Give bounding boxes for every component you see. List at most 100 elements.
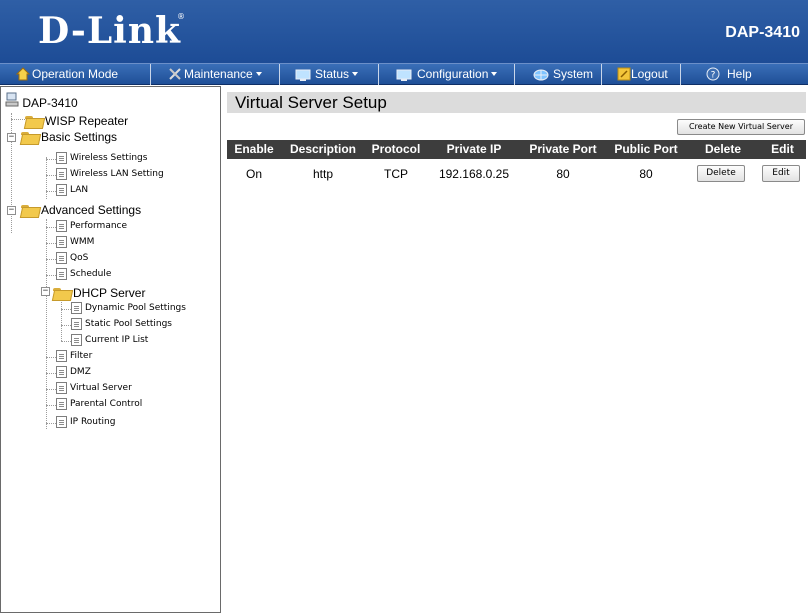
tree-item-qos[interactable]: QoS xyxy=(56,252,88,264)
tree-line xyxy=(61,299,62,341)
svg-text:?: ? xyxy=(711,71,716,81)
document-icon xyxy=(71,334,82,346)
tree-line xyxy=(46,157,47,199)
tree-item-dynamic-pool-settings[interactable]: Dynamic Pool Settings xyxy=(71,302,186,314)
create-virtual-server-button[interactable]: Create New Virtual Server xyxy=(677,119,805,135)
tree-item-label: Wireless Settings xyxy=(70,153,148,163)
delete-button[interactable]: Delete xyxy=(697,165,745,182)
menu-system-label: System xyxy=(553,67,594,81)
tree-item-wmm[interactable]: WMM xyxy=(56,236,94,248)
tree-item-label: LAN xyxy=(70,185,89,195)
tree-line xyxy=(46,259,56,260)
page-title: Virtual Server Setup xyxy=(227,92,806,113)
tree-item-dmz[interactable]: DMZ xyxy=(56,366,91,378)
folder-icon xyxy=(21,204,39,216)
document-icon xyxy=(71,302,82,314)
chevron-down-icon xyxy=(352,72,359,76)
tree-item-label: IP Routing xyxy=(70,417,116,427)
menu-status[interactable]: Status xyxy=(281,64,379,85)
column-header-private-port: Private Port xyxy=(529,142,597,156)
tree-line xyxy=(46,389,56,390)
column-header-protocol: Protocol xyxy=(371,142,421,156)
tree-item-wireless-settings[interactable]: Wireless Settings xyxy=(56,152,147,164)
tree-line xyxy=(46,275,56,276)
tree-item-wireless-lan-setting[interactable]: Wireless LAN Setting xyxy=(56,168,164,180)
tree-line xyxy=(46,219,47,429)
menu-logout[interactable]: Logout xyxy=(603,64,681,85)
navigation-tree: DAP-3410 WISP Repeater − Basic Settings … xyxy=(0,86,221,613)
monitor-icon xyxy=(396,68,412,82)
menu-logout-label: Logout xyxy=(631,67,668,81)
menu-maintenance-label: Maintenance xyxy=(184,67,253,81)
tree-line xyxy=(46,227,56,228)
tree-item-label: WMM xyxy=(70,237,95,247)
document-icon xyxy=(56,416,67,428)
chevron-down-icon xyxy=(255,72,262,76)
tree-item-schedule[interactable]: Schedule xyxy=(56,268,111,280)
menu-status-label: Status xyxy=(315,67,350,81)
menu-operation-mode-label: Operation Mode xyxy=(32,67,119,81)
model-name: DAP-3410 xyxy=(725,24,800,41)
tree-item-label: Performance xyxy=(70,221,128,231)
document-icon xyxy=(71,318,82,330)
menu-help[interactable]: ? Help xyxy=(682,64,808,85)
cell-public-port: 80 xyxy=(639,167,653,181)
tree-line xyxy=(61,325,71,326)
tree-line xyxy=(46,191,56,192)
collapse-dhcp-server[interactable]: − xyxy=(41,287,50,296)
tree-item-parental-control[interactable]: Parental Control xyxy=(56,398,142,410)
tree-item-label: Wireless LAN Setting xyxy=(70,169,164,179)
menu-configuration-label: Configuration xyxy=(417,67,489,81)
tree-line xyxy=(46,159,56,160)
column-header-public-port: Public Port xyxy=(614,142,678,156)
tree-item-virtual-server[interactable]: Virtual Server xyxy=(56,382,132,394)
collapse-basic-settings[interactable]: − xyxy=(7,133,16,142)
tree-item-label: QoS xyxy=(70,253,89,263)
tree-item-label: Current IP List xyxy=(85,335,149,345)
menu-operation-mode[interactable]: Operation Mode xyxy=(0,64,151,85)
document-icon xyxy=(56,184,67,196)
cell-private-ip: 192.168.0.25 xyxy=(438,167,510,181)
tree-line xyxy=(46,175,56,176)
tree-item-ip-routing[interactable]: IP Routing xyxy=(56,416,115,428)
column-header-enable: Enable xyxy=(234,142,274,156)
tree-item-dhcp-server[interactable]: DHCP Server xyxy=(53,285,145,300)
menu-system[interactable]: System xyxy=(516,64,602,85)
document-icon xyxy=(56,398,67,410)
header-bar: D-Link ® DAP-3410 xyxy=(0,0,808,63)
tree-item-label: Advanced Settings xyxy=(41,202,142,217)
tree-line xyxy=(46,423,56,424)
document-icon xyxy=(56,152,67,164)
cell-protocol: TCP xyxy=(384,167,408,181)
tree-item-static-pool-settings[interactable]: Static Pool Settings xyxy=(71,318,172,330)
cell-private-port: 80 xyxy=(556,167,570,181)
document-icon xyxy=(56,168,67,180)
cell-description: http xyxy=(312,167,333,181)
tree-item-label: Basic Settings xyxy=(41,129,118,144)
logout-icon xyxy=(617,67,633,81)
tree-root-device[interactable]: DAP-3410 xyxy=(5,91,78,110)
menu-configuration[interactable]: Configuration xyxy=(380,64,515,85)
tree-item-basic-settings[interactable]: Basic Settings xyxy=(21,129,117,144)
tree-item-wisp-repeater[interactable]: WISP Repeater xyxy=(25,113,128,128)
tree-line xyxy=(46,373,56,374)
tree-item-filter[interactable]: Filter xyxy=(56,350,92,362)
folder-icon xyxy=(25,115,43,127)
table-header: Enable Description Protocol Private IP P… xyxy=(227,140,806,159)
menu-bar: Operation Mode Maintenance Status Config… xyxy=(0,63,808,85)
main-content: Virtual Server Setup Create New Virtual … xyxy=(225,86,808,613)
document-icon xyxy=(56,350,67,362)
tree-item-performance[interactable]: Performance xyxy=(56,220,127,232)
document-icon xyxy=(56,252,67,264)
cell-enable: On xyxy=(245,167,262,181)
monitor-icon xyxy=(295,68,311,82)
computer-icon xyxy=(5,92,19,107)
tree-item-current-ip-list[interactable]: Current IP List xyxy=(71,334,148,346)
tree-item-advanced-settings[interactable]: Advanced Settings xyxy=(21,202,141,217)
collapse-advanced-settings[interactable]: − xyxy=(7,206,16,215)
menu-maintenance[interactable]: Maintenance xyxy=(152,64,280,85)
document-icon xyxy=(56,268,67,280)
edit-button[interactable]: Edit xyxy=(762,165,800,182)
tree-item-lan[interactable]: LAN xyxy=(56,184,88,196)
tree-line xyxy=(61,309,71,310)
